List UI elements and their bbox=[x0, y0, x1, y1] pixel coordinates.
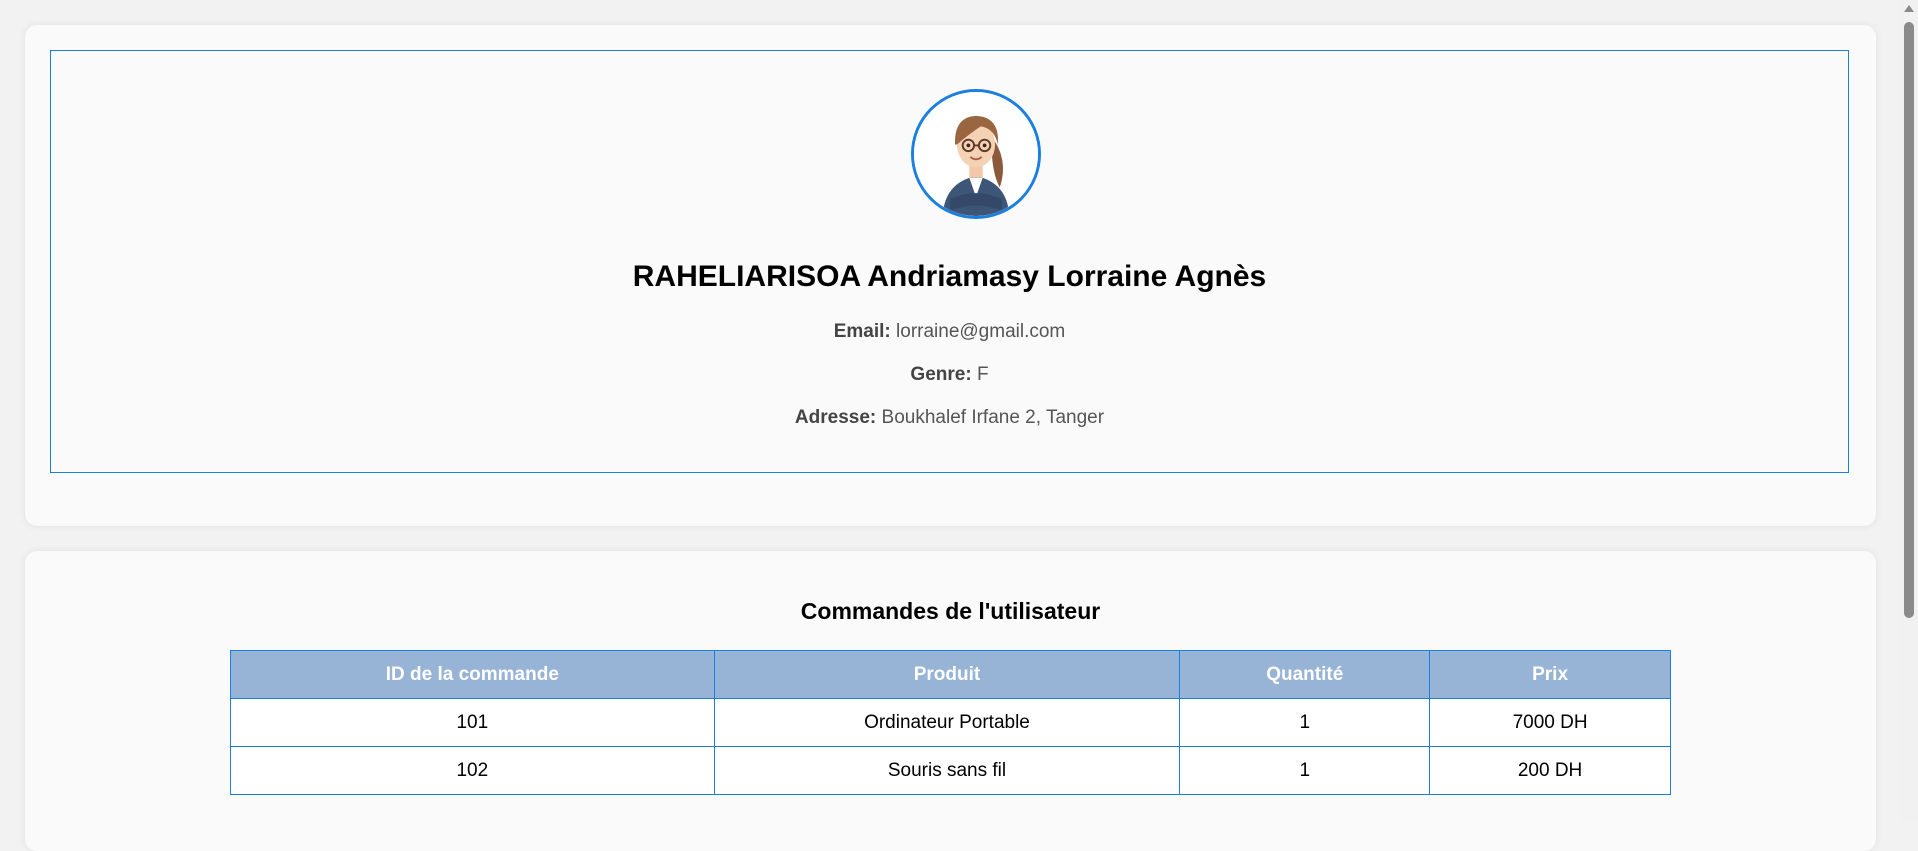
table-header-row: ID de la commande Produit Quantité Prix bbox=[230, 650, 1671, 699]
page: RAHELIARISOA Andriamasy Lorraine Agnès E… bbox=[0, 0, 1900, 851]
genre-value: F bbox=[976, 364, 989, 385]
column-header-prix: Prix bbox=[1429, 650, 1671, 699]
column-header-quantite: Quantité bbox=[1179, 650, 1431, 699]
adresse-label: Adresse: bbox=[794, 407, 877, 428]
cell-produit: Ordinateur Portable bbox=[713, 698, 1181, 747]
email-label: Email: bbox=[833, 321, 891, 342]
orders-card: Commandes de l'utilisateur ID de la comm… bbox=[25, 551, 1876, 851]
genre-info: Genre: F bbox=[51, 364, 1848, 386]
cell-quantite: 1 bbox=[1179, 698, 1431, 747]
cell-quantite: 1 bbox=[1179, 746, 1431, 795]
profile-card: RAHELIARISOA Andriamasy Lorraine Agnès E… bbox=[25, 25, 1876, 526]
scroll-up-arrow-icon[interactable] bbox=[1904, 5, 1914, 12]
cell-prix: 200 DH bbox=[1429, 746, 1671, 795]
vertical-scrollbar[interactable] bbox=[1900, 0, 1918, 822]
table-row: 102 Souris sans fil 1 200 DH bbox=[230, 746, 1671, 795]
column-header-id: ID de la commande bbox=[230, 650, 715, 699]
cell-id: 102 bbox=[230, 746, 715, 795]
user-name: RAHELIARISOA Andriamasy Lorraine Agnès bbox=[632, 260, 1267, 293]
scroll-thumb[interactable] bbox=[1904, 22, 1914, 618]
orders-title: Commandes de l'utilisateur bbox=[800, 598, 1101, 624]
column-header-produit: Produit bbox=[713, 650, 1181, 699]
adresse-value: Boukhalef Irfane 2, Tanger bbox=[881, 407, 1105, 428]
cell-produit: Souris sans fil bbox=[713, 746, 1181, 795]
genre-label: Genre: bbox=[910, 364, 972, 385]
table-row: 101 Ordinateur Portable 1 7000 DH bbox=[230, 698, 1671, 747]
user-avatar-icon bbox=[911, 89, 1041, 219]
email-value: lorraine@gmail.com bbox=[896, 321, 1066, 342]
profile-box: RAHELIARISOA Andriamasy Lorraine Agnès E… bbox=[50, 50, 1849, 473]
cell-prix: 7000 DH bbox=[1429, 698, 1671, 747]
email-info: Email: lorraine@gmail.com bbox=[51, 321, 1848, 343]
orders-table: ID de la commande Produit Quantité Prix … bbox=[230, 650, 1671, 795]
adresse-info: Adresse: Boukhalef Irfane 2, Tanger bbox=[51, 407, 1848, 429]
cell-id: 101 bbox=[230, 698, 715, 747]
